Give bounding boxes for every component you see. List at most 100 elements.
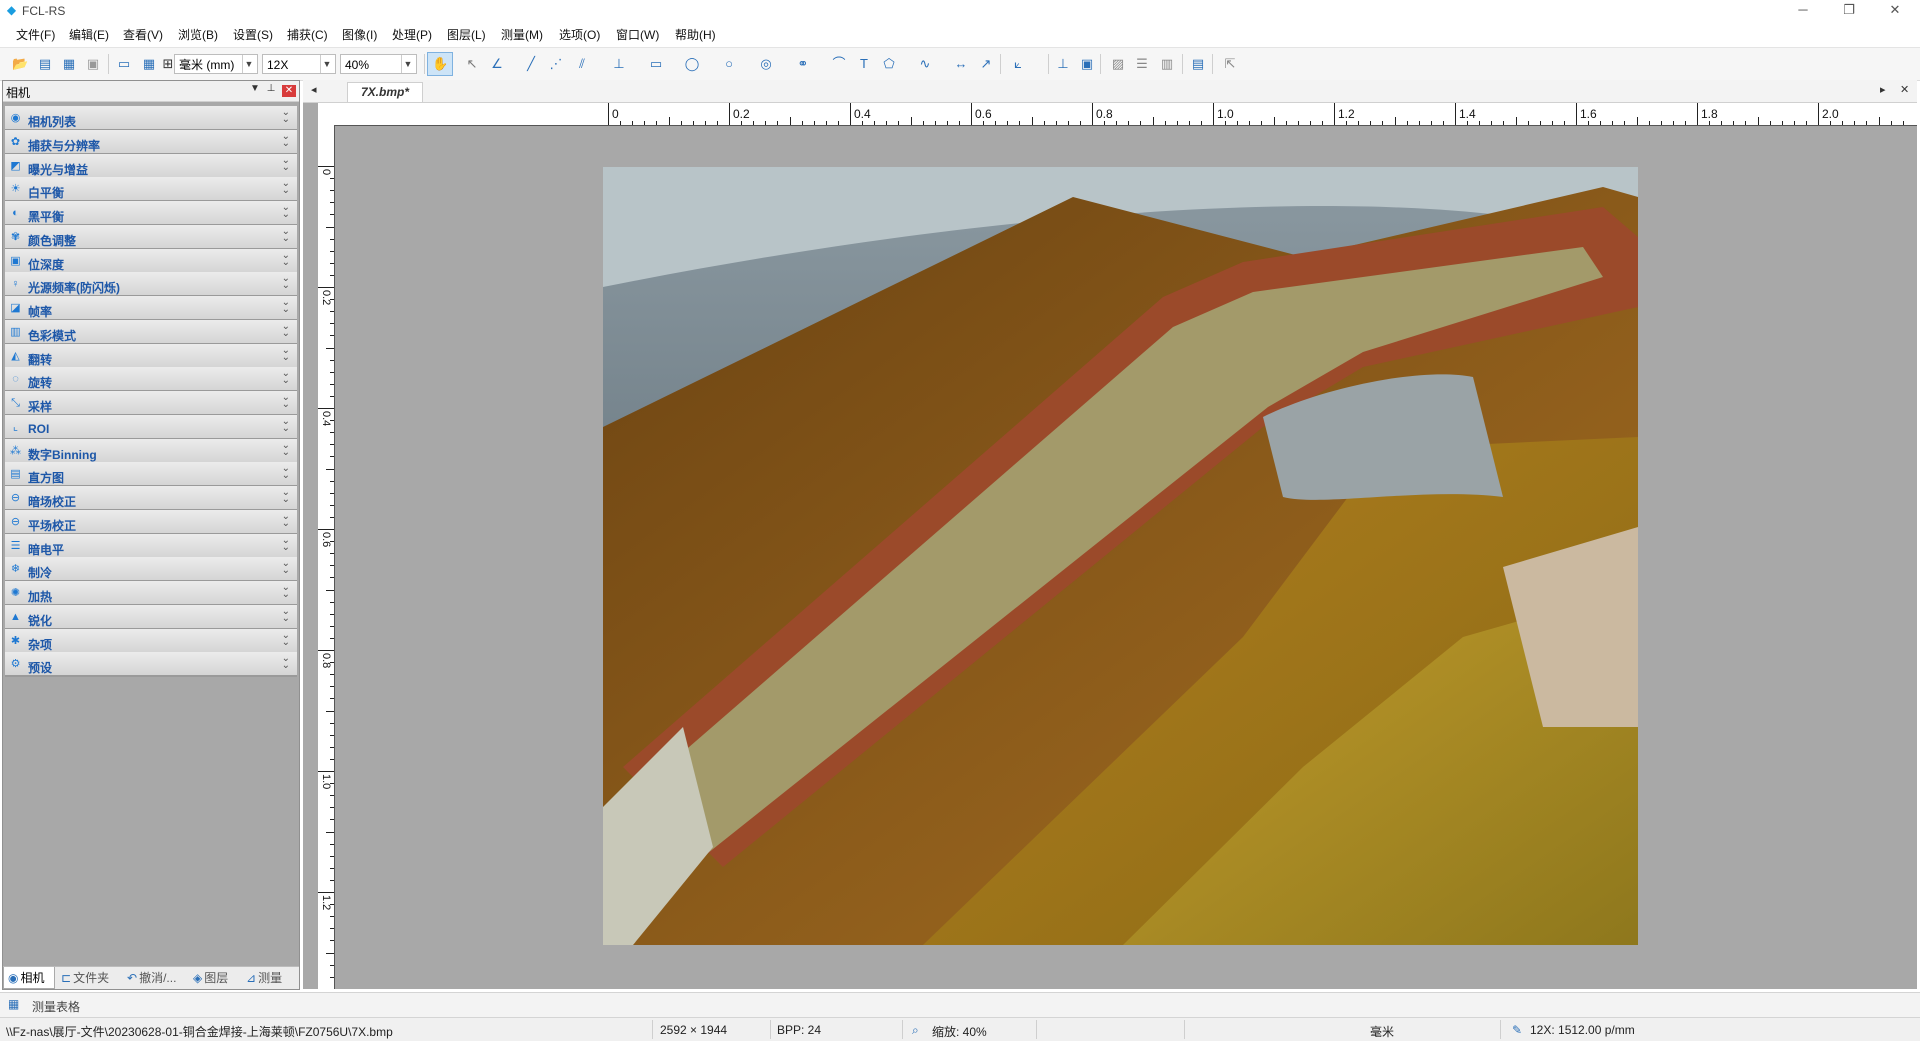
panel-item-camera[interactable]: ◉ 相机列表 ⌄ ⌄	[5, 106, 297, 131]
panel-item-sun[interactable]: ☀ 白平衡 ⌄ ⌄	[5, 177, 297, 203]
arrow-icon[interactable]: ↗	[978, 56, 994, 72]
expand-chevron-icon[interactable]: ⌄ ⌄	[282, 203, 290, 220]
menu-capture[interactable]: 捕获(C)	[287, 26, 328, 43]
ellipse-icon[interactable]: ◯	[684, 56, 700, 72]
hand-icon[interactable]: ✋	[432, 56, 448, 72]
microscope-image[interactable]	[603, 167, 1638, 945]
menu-browse[interactable]: 浏览(B)	[178, 26, 218, 43]
menu-view[interactable]: 查看(V)	[123, 26, 163, 43]
expand-chevron-icon[interactable]: ⌄ ⌄	[282, 321, 290, 338]
expand-chevron-icon[interactable]: ⌄ ⌄	[282, 250, 290, 267]
panel-item-sharpen[interactable]: ▲ 锐化 ⌄ ⌄	[5, 604, 297, 630]
select-arrow-icon[interactable]: ↖	[464, 56, 480, 72]
panel-menu-icon[interactable]: ▼	[248, 83, 262, 94]
parallel-icon[interactable]: ⫽	[574, 56, 590, 72]
expand-chevron-icon[interactable]: ⌄ ⌄	[282, 630, 290, 647]
expand-chevron-icon[interactable]: ⌄ ⌄	[282, 369, 290, 386]
panel-item-rotate[interactable]: ◌ 旋转 ⌄ ⌄	[5, 367, 297, 393]
menu-edit[interactable]: 编辑(E)	[69, 26, 109, 43]
print-icon[interactable]: ▣	[85, 56, 101, 72]
pin-icon[interactable]: ⊥	[264, 83, 278, 94]
panel-item-sampling[interactable]: ⤡ 采样 ⌄ ⌄	[5, 391, 297, 416]
expand-chevron-icon[interactable]: ⌄ ⌄	[282, 559, 290, 576]
browse-icon[interactable]: ▭	[116, 56, 132, 72]
expand-chevron-icon[interactable]: ⌄ ⌄	[282, 583, 290, 600]
restore-button[interactable]: ❐	[1826, 0, 1872, 22]
menu-help[interactable]: 帮助(H)	[675, 26, 716, 43]
measure-table-tab[interactable]: 测量表格	[32, 998, 80, 1015]
panel-item-color-mode[interactable]: ▥ 色彩模式 ⌄ ⌄	[5, 319, 297, 345]
tab-document[interactable]: 7X.bmp*	[347, 82, 423, 102]
polygon-icon[interactable]: ⬠	[881, 56, 897, 72]
zoom-select[interactable]: 40% ▼	[340, 54, 417, 74]
text-icon[interactable]: T	[856, 56, 872, 72]
menu-settings[interactable]: 设置(S)	[233, 26, 273, 43]
expand-chevron-icon[interactable]: ⌄ ⌄	[282, 464, 290, 481]
expand-chevron-icon[interactable]: ⌄ ⌄	[282, 488, 290, 505]
expand-chevron-icon[interactable]: ⌄ ⌄	[282, 345, 290, 362]
concentric-circle-icon[interactable]: ◎	[758, 56, 774, 72]
expand-chevron-icon[interactable]: ⌄ ⌄	[282, 393, 290, 410]
tab-layers[interactable]: ◈ 图层	[193, 967, 245, 989]
panel-item-exposure[interactable]: ◩ 曝光与增益 ⌄ ⌄	[5, 153, 297, 179]
export-icon[interactable]: ⇱	[1222, 56, 1238, 72]
angle-icon[interactable]: ∠	[489, 56, 505, 72]
open-icon[interactable]: 📂	[12, 56, 28, 72]
panel-item-binning[interactable]: ⁂ 数字Binning ⌄ ⌄	[5, 438, 297, 464]
tab-camera[interactable]: ◉ 相机	[3, 967, 55, 989]
expand-chevron-icon[interactable]: ⌄ ⌄	[282, 274, 290, 291]
expand-chevron-icon[interactable]: ⌄ ⌄	[282, 298, 290, 315]
tab-undo[interactable]: ↶ 撤消/...	[127, 967, 191, 989]
close-window-button[interactable]: ✕	[1872, 0, 1918, 22]
panel-item-capture[interactable]: ✿ 捕获与分辨率 ⌄ ⌄	[5, 129, 297, 155]
line-icon[interactable]: ╱	[523, 56, 539, 72]
align-icon[interactable]: ⊥	[1055, 56, 1071, 72]
unit-select[interactable]: 毫米 (mm) ▼	[174, 54, 258, 74]
scroll-left-icon[interactable]: ◂	[311, 83, 317, 96]
minimize-button[interactable]: ─	[1780, 0, 1826, 22]
expand-chevron-icon[interactable]: ⌄ ⌄	[282, 226, 290, 243]
menu-window[interactable]: 窗口(W)	[616, 26, 659, 43]
panel-item-snowflake[interactable]: ❄ 制冷 ⌄ ⌄	[5, 557, 297, 583]
menu-file[interactable]: 文件(F)	[16, 26, 55, 43]
curve-icon[interactable]: ⌒	[831, 56, 847, 72]
panel-item-contrast[interactable]: ◐ 黑平衡 ⌄ ⌄	[5, 201, 297, 226]
tab-folder[interactable]: ⊏ 文件夹	[61, 967, 125, 989]
expand-chevron-icon[interactable]: ⌄ ⌄	[282, 416, 290, 433]
link-icon[interactable]: ⚭	[795, 56, 811, 72]
menu-process[interactable]: 处理(P)	[392, 26, 432, 43]
layer-center-icon[interactable]: ☰	[1134, 56, 1150, 72]
menu-image[interactable]: 图像(I)	[342, 26, 377, 43]
layer-down-icon[interactable]: ▥	[1159, 56, 1175, 72]
panel-item-histogram[interactable]: ▤ 直方图 ⌄ ⌄	[5, 462, 297, 488]
panel-close-button[interactable]: ✕	[282, 85, 296, 97]
menu-layer[interactable]: 图层(L)	[447, 26, 486, 43]
panel-item-roi[interactable]: ⌞ ROI ⌄ ⌄	[5, 414, 297, 440]
panel-item-flat-field[interactable]: ⊖ 平场校正 ⌄ ⌄	[5, 509, 297, 535]
expand-chevron-icon[interactable]: ⌄ ⌄	[282, 535, 290, 552]
panel-item-bit-depth[interactable]: ▣ 位深度 ⌄ ⌄	[5, 248, 297, 274]
panel-item-dark-field[interactable]: ⊖ 暗场校正 ⌄ ⌄	[5, 486, 297, 511]
panel-item-dark-level[interactable]: ☰ 暗电平 ⌄ ⌄	[5, 533, 297, 559]
panel-item-frame-rate[interactable]: ◪ 帧率 ⌄ ⌄	[5, 296, 297, 321]
expand-chevron-icon[interactable]: ⌄ ⌄	[282, 131, 290, 148]
expand-chevron-icon[interactable]: ⌄ ⌄	[282, 606, 290, 623]
expand-chevron-icon[interactable]: ⌄ ⌄	[282, 155, 290, 172]
scroll-right-icon[interactable]: ▸	[1880, 83, 1886, 96]
scale-bar-icon[interactable]: ↔	[953, 56, 969, 72]
grid-view-icon[interactable]: ▦	[141, 56, 157, 72]
tab-measure[interactable]: ⊿ 测量	[246, 967, 298, 989]
menu-measure[interactable]: 测量(M)	[501, 26, 543, 43]
panel-item-heat[interactable]: ✺ 加热 ⌄ ⌄	[5, 581, 297, 606]
close-document-icon[interactable]: ✕	[1900, 83, 1909, 96]
panel-item-bulb[interactable]: ♀ 光源频率(防闪烁) ⌄ ⌄	[5, 272, 297, 298]
expand-chevron-icon[interactable]: ⌄ ⌄	[282, 179, 290, 196]
expand-chevron-icon[interactable]: ⌄ ⌄	[282, 654, 290, 671]
polyline-icon[interactable]: ∿	[917, 56, 933, 72]
panel-item-palette[interactable]: ✾ 颜色调整 ⌄ ⌄	[5, 224, 297, 250]
sheet-icon[interactable]: ▤	[1190, 56, 1206, 72]
expand-chevron-icon[interactable]: ⌄ ⌄	[282, 511, 290, 528]
panel-item-preset[interactable]: ⚙ 预设 ⌄ ⌄	[5, 652, 297, 678]
count-icon[interactable]: ▣	[1079, 56, 1095, 72]
calibrate-icon[interactable]: ⟀	[1010, 56, 1026, 72]
